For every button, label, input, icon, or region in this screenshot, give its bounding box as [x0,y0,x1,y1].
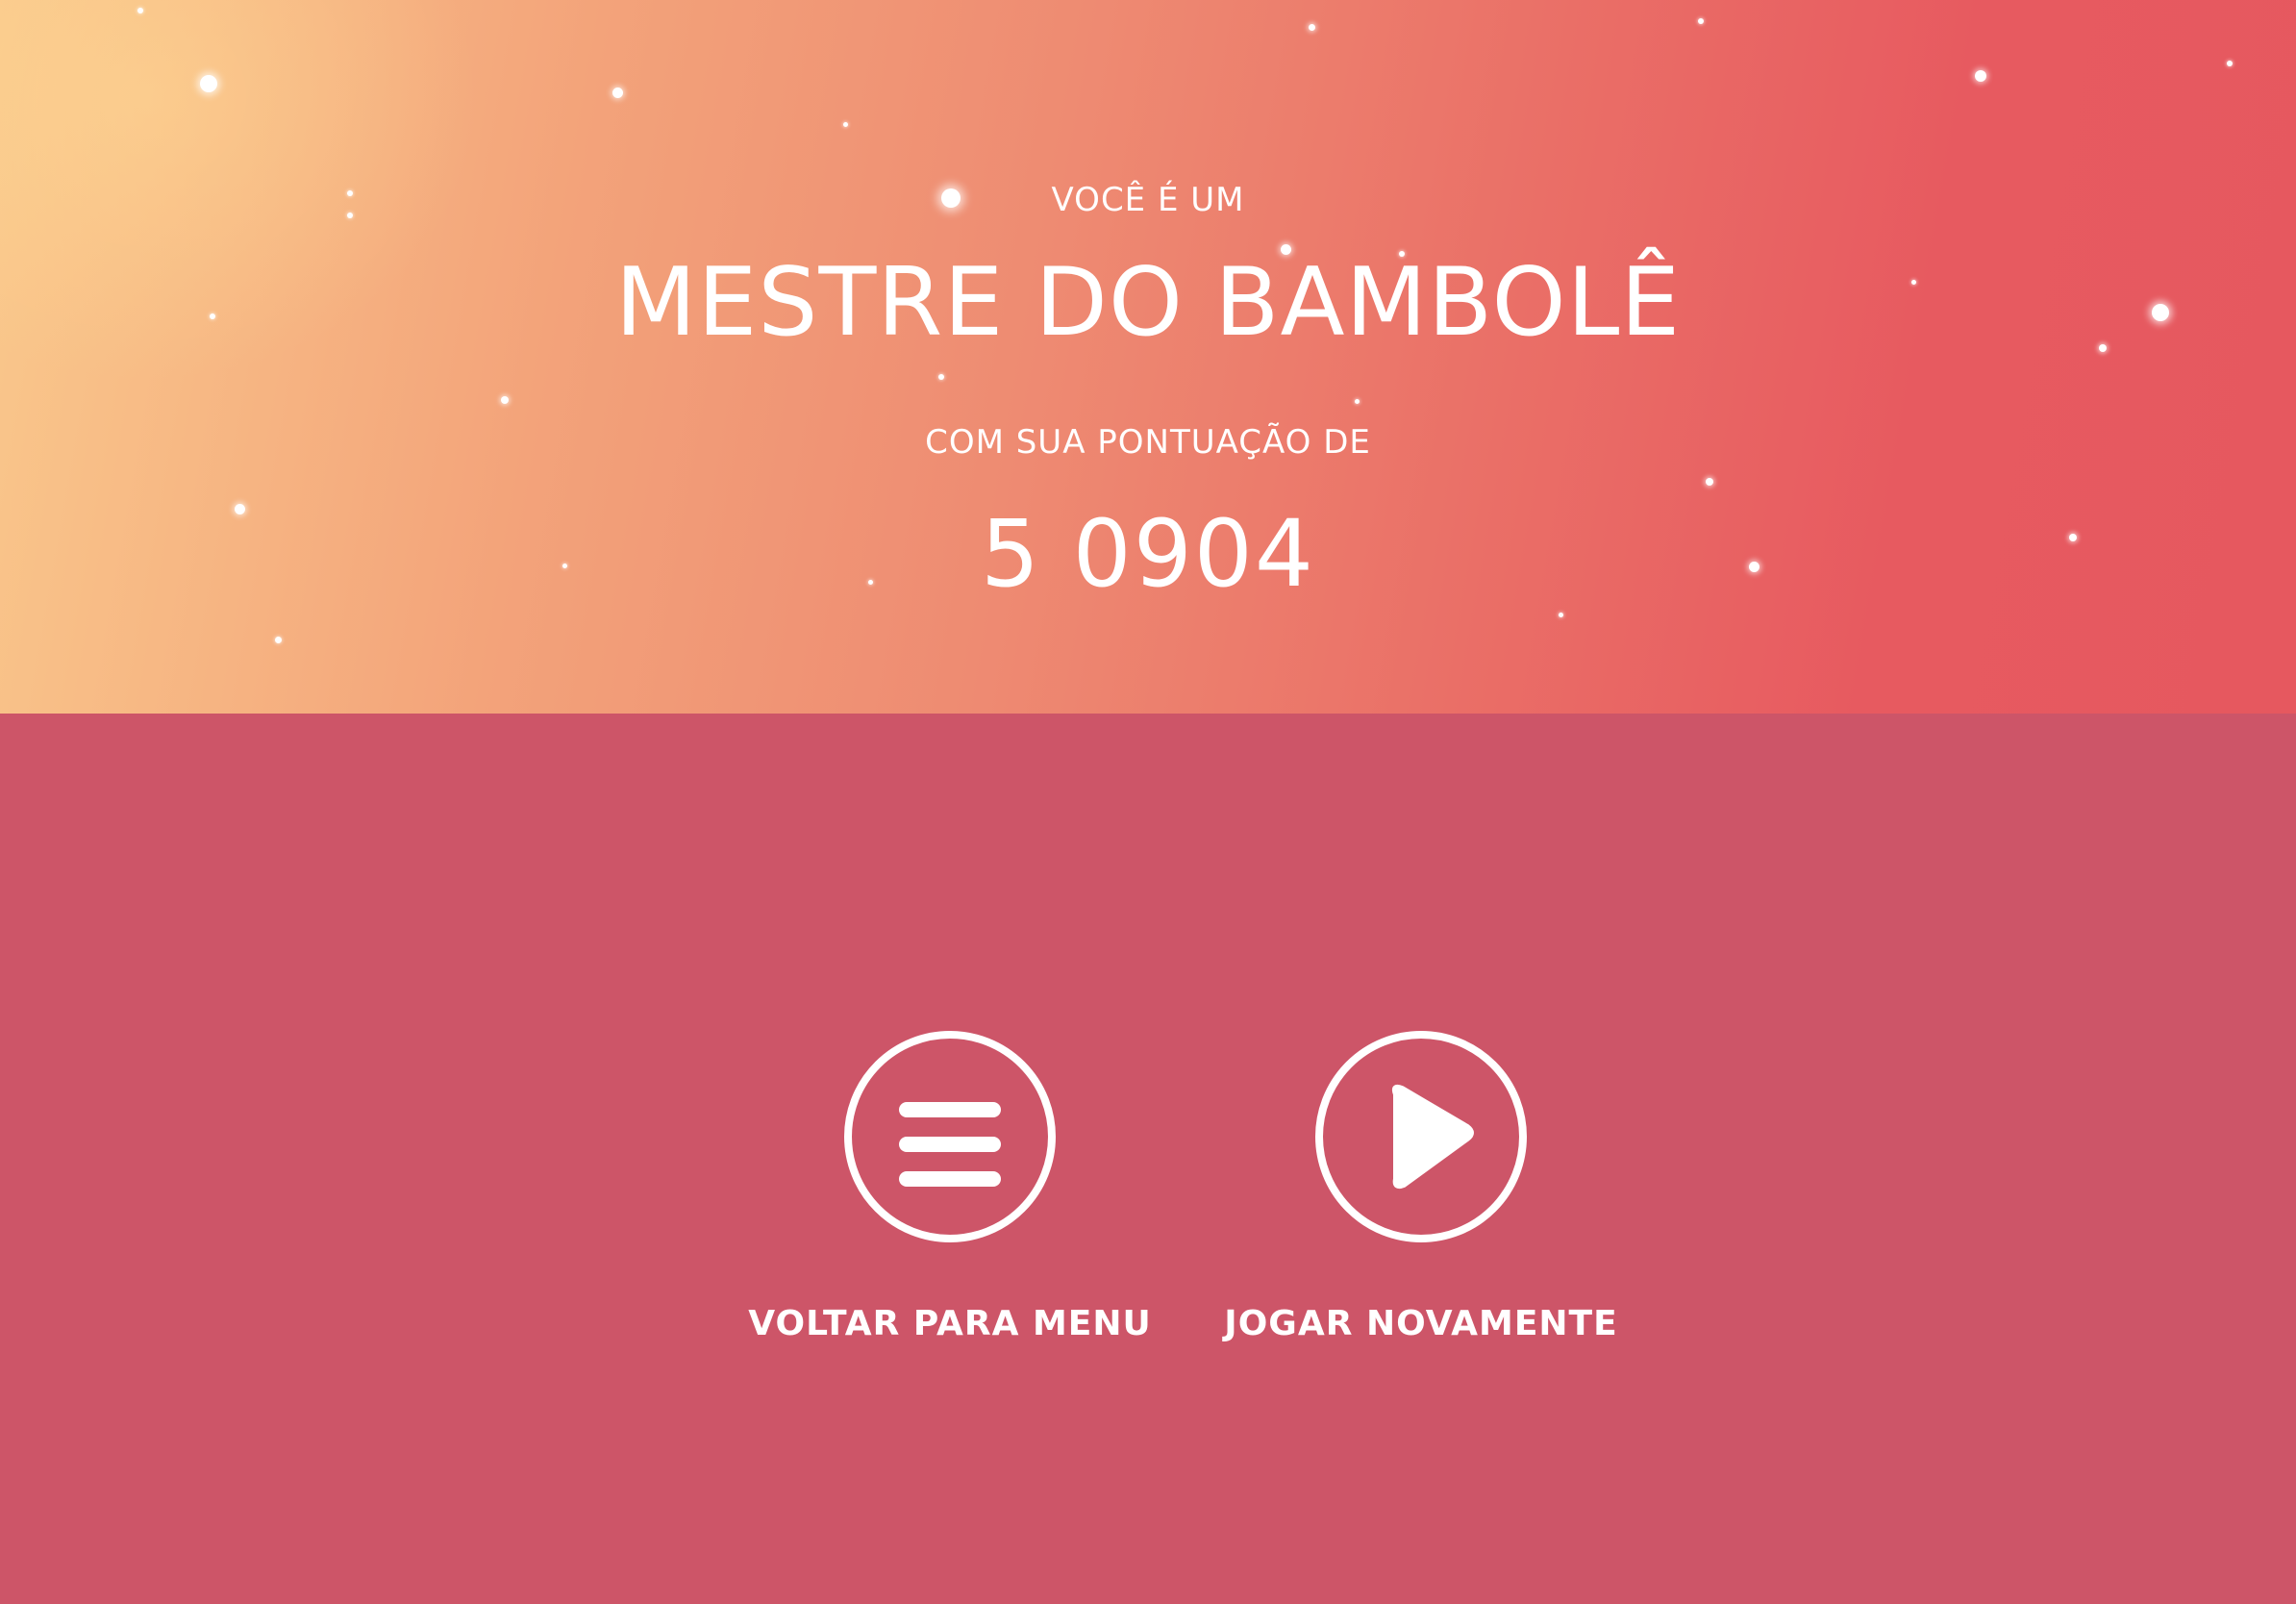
score-caption: COM SUA PONTUAÇÃO DE [925,423,1371,462]
game-over-screen: VOCÊ É UM MESTRE DO BAMBOLÊ COM SUA PONT… [0,0,2296,1604]
sparkle-star [1706,478,1713,486]
play-triangle-icon [1391,1084,1474,1190]
back-to-menu-label[interactable]: VOLTAR PARA MENU [729,1304,1171,1343]
sparkle-star [612,88,623,98]
sparkle-star [2227,61,2233,66]
back-to-menu-button[interactable]: VOLTAR PARA MENU [729,1031,1171,1343]
sparkle-star [1975,70,1986,82]
play-again-button[interactable]: JOGAR NOVAMENTE [1200,1031,1642,1343]
menu-icon-bar [899,1137,1001,1152]
sparkle-star [501,396,509,404]
score-value: 5 0904 [981,500,1315,608]
menu-icon-bar [899,1171,1001,1187]
result-banner: VOCÊ É UM MESTRE DO BAMBOLÊ COM SUA PONT… [0,0,2296,714]
play-icon[interactable] [1315,1031,1527,1242]
play-again-label[interactable]: JOGAR NOVAMENTE [1200,1304,1642,1343]
sparkle-star [200,75,217,92]
sparkle-star [1559,613,1563,617]
hamburger-menu-icon[interactable] [844,1031,1056,1242]
sparkle-star [275,637,282,643]
sparkle-star [1309,24,1315,31]
sparkle-star [938,374,944,380]
sparkle-star [1355,399,1360,404]
sparkle-star [1698,18,1704,24]
menu-icon-bar [899,1102,1001,1117]
sparkle-star [137,8,143,13]
rank-eyebrow: VOCÊ É UM [1051,181,1245,219]
sparkle-star [843,122,848,127]
rank-title: MESTRE DO BAMBOLÊ [614,248,1682,358]
